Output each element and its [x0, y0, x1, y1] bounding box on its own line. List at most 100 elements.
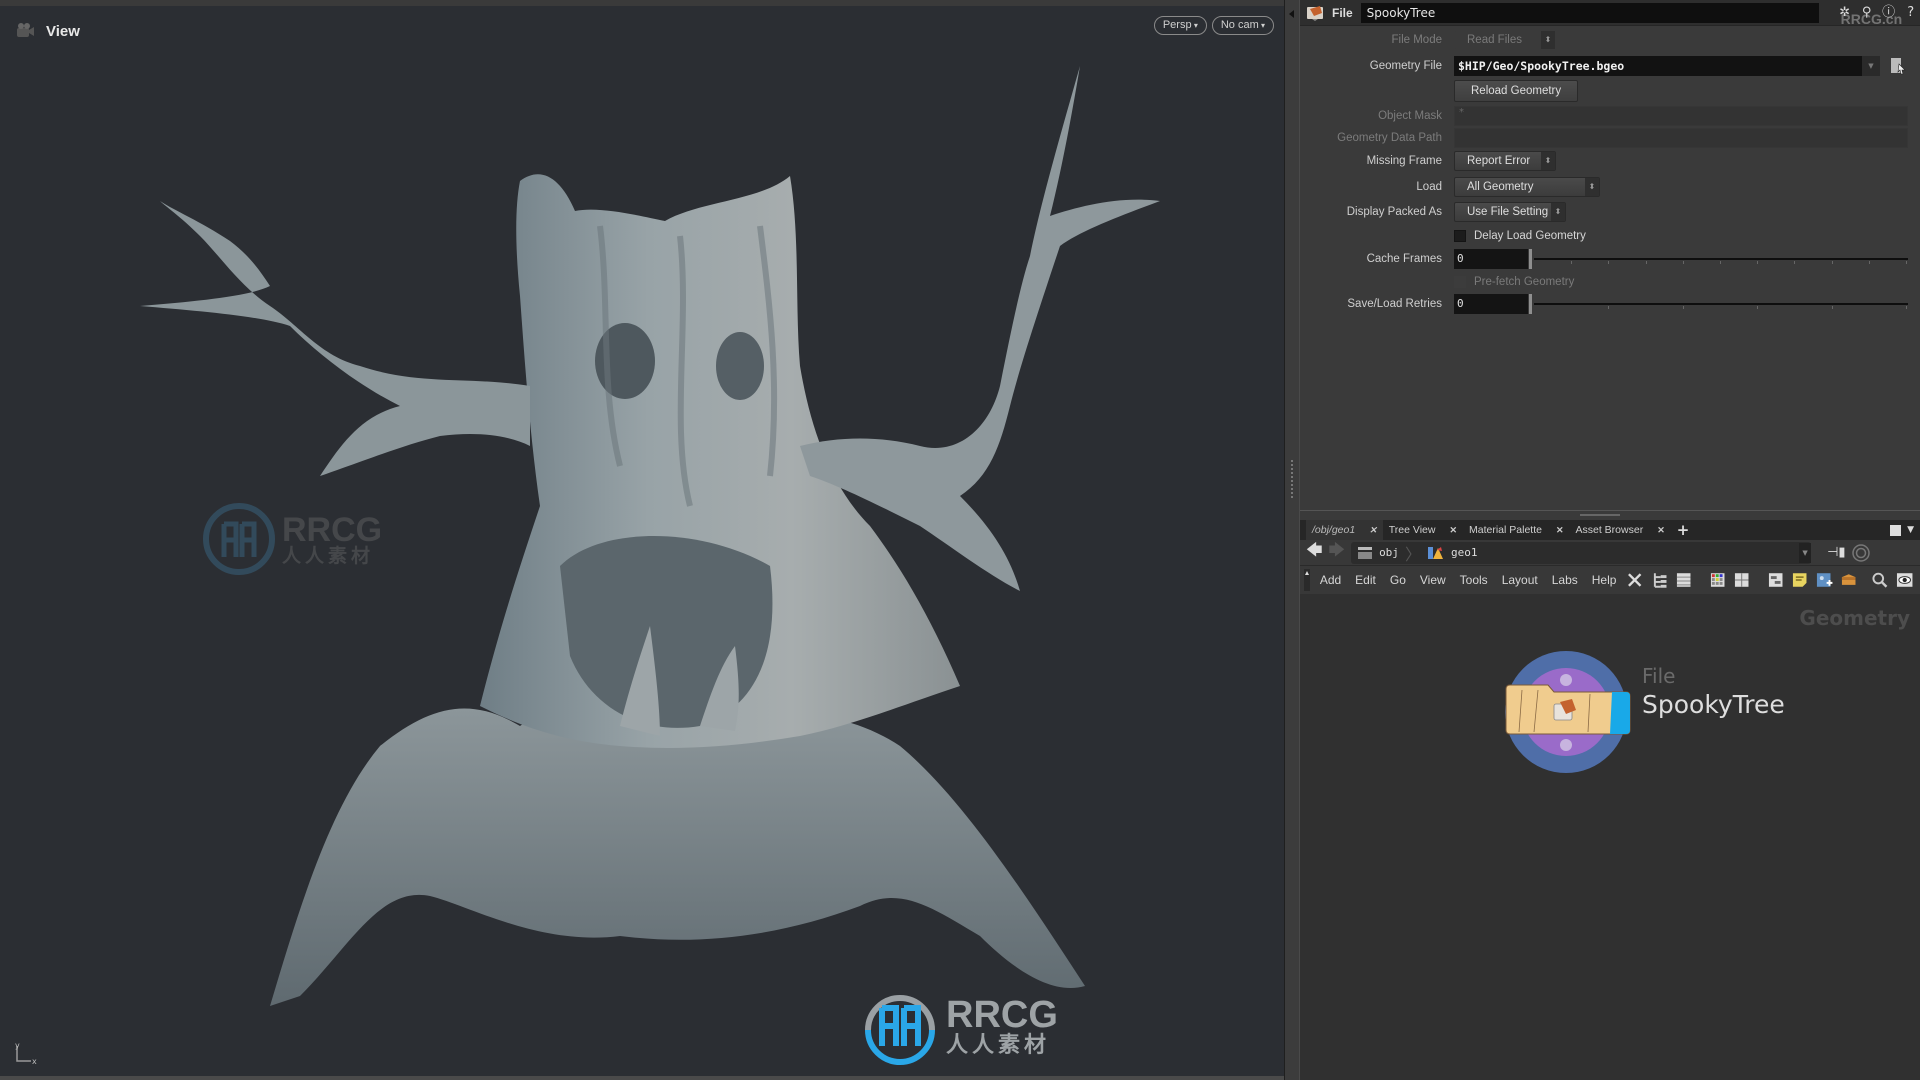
- svg-text:y: y: [15, 1042, 20, 1050]
- save-load-retries-input[interactable]: 0: [1454, 294, 1528, 314]
- viewport-camera-icon[interactable]: [14, 22, 36, 40]
- slider-tick: [1794, 261, 1796, 264]
- file-history-dropdown[interactable]: ▼: [1862, 56, 1880, 76]
- search-icon[interactable]: [1871, 571, 1888, 589]
- menu-layout[interactable]: Layout: [1502, 573, 1538, 587]
- geometry-file-input[interactable]: $HIP/Geo/SpookyTree.bgeo: [1454, 56, 1862, 76]
- collapse-arrow-icon[interactable]: [1289, 10, 1294, 18]
- menu-labs[interactable]: Labs: [1552, 573, 1578, 587]
- menu-help[interactable]: Help: [1592, 573, 1617, 587]
- forward-arrow-icon[interactable]: 🡆: [1329, 539, 1346, 566]
- menu-tools[interactable]: Tools: [1460, 573, 1488, 587]
- node-output-connector: [1560, 739, 1572, 751]
- slider-handle[interactable]: [1529, 294, 1532, 314]
- background-image-icon[interactable]: [1815, 571, 1833, 589]
- watermark-bottom: RRCG 人人素材: [860, 986, 1058, 1066]
- geo-object-icon: [1427, 546, 1443, 559]
- save-load-retries-slider[interactable]: [1528, 294, 1908, 314]
- slider-handle[interactable]: [1529, 249, 1532, 269]
- svg-text:x: x: [32, 1057, 37, 1066]
- slider-tick: [1757, 306, 1759, 309]
- menu-go[interactable]: Go: [1390, 573, 1406, 587]
- close-icon[interactable]: ✕: [1556, 525, 1564, 536]
- tree-list-icon[interactable]: [1651, 571, 1668, 589]
- param-geometry-file: Geometry File $HIP/Geo/SpookyTree.bgeo ▼: [1300, 56, 1920, 76]
- watermark-sub: 人人素材: [282, 545, 375, 567]
- file-browse-icon[interactable]: [1890, 57, 1906, 75]
- updown-icon: ⬍: [1541, 31, 1555, 49]
- tab-asset-browser[interactable]: Asset Browser ✕: [1570, 520, 1671, 540]
- link-target-icon[interactable]: [1851, 543, 1870, 562]
- tab-network[interactable]: /obj/geo1 ✕: [1306, 520, 1383, 540]
- object-mask-input: *: [1454, 106, 1908, 126]
- grid-view-icon[interactable]: [1709, 571, 1726, 589]
- tab-tree-view[interactable]: Tree View ✕: [1383, 520, 1463, 540]
- display-packed-as-menu[interactable]: Use File Setting ⬍: [1454, 202, 1566, 222]
- watermark-brand: RRCG: [946, 994, 1058, 1036]
- param-display-packed-as: Display Packed As Use File Setting ⬍: [1300, 202, 1920, 222]
- digital-asset-icon[interactable]: [1840, 571, 1857, 589]
- breadcrumb-geo1[interactable]: geo1: [1451, 546, 1478, 559]
- divider-grip[interactable]: [1291, 460, 1293, 500]
- slider-tick: [1757, 261, 1759, 264]
- tree-branch-left: [140, 201, 530, 476]
- spooky-tree-model: [140, 66, 1160, 1006]
- cache-frames-slider[interactable]: [1528, 249, 1908, 269]
- tree-roots: [270, 707, 1085, 1006]
- network-box-icon[interactable]: [1767, 571, 1784, 589]
- cache-frames-input[interactable]: 0: [1454, 249, 1528, 269]
- breadcrumb-obj[interactable]: obj: [1379, 546, 1399, 559]
- path-bar: 🡄 🡆 obj 〉 geo1 ▼ ⊣▮: [1300, 540, 1920, 566]
- pane-split-handle[interactable]: [1300, 510, 1920, 520]
- pin-icon[interactable]: ⊣▮: [1827, 545, 1845, 560]
- missing-frame-menu[interactable]: Report Error ⬍: [1454, 151, 1556, 171]
- node-name-field[interactable]: SpookyTree: [1360, 2, 1819, 23]
- path-dropdown[interactable]: ▼: [1799, 542, 1812, 563]
- network-canvas[interactable]: Geometry File SpookyTree: [1300, 594, 1920, 1080]
- param-object-mask: Object Mask *: [1300, 106, 1920, 126]
- watermark-sub: 人人素材: [946, 1032, 1051, 1057]
- slider-tick: [1608, 306, 1610, 309]
- geometry-data-path-input: [1454, 128, 1908, 148]
- pane-divider[interactable]: [1284, 0, 1300, 1080]
- watermark-logo-icon: [203, 503, 275, 575]
- reload-geometry-button[interactable]: Reload Geometry: [1454, 80, 1579, 102]
- pane-tabs: /obj/geo1 ✕ Tree View ✕ Material Palette ✕ …: [1300, 520, 1920, 540]
- add-tab-icon[interactable]: +: [1677, 521, 1690, 539]
- axis-gizmo-icon: y x: [15, 1042, 37, 1066]
- pane-menu-icon[interactable]: ▼: [1907, 525, 1914, 535]
- file-mode-menu: Read Files ⬍: [1454, 30, 1556, 50]
- menu-edit[interactable]: Edit: [1355, 573, 1376, 587]
- list-view-icon[interactable]: [1675, 571, 1692, 589]
- camera-mode-dropdown[interactable]: Persp: [1153, 16, 1207, 35]
- sticky-note-icon[interactable]: [1791, 571, 1808, 589]
- back-arrow-icon[interactable]: 🡄: [1306, 539, 1323, 566]
- maximize-pane-icon[interactable]: [1890, 524, 1902, 536]
- slider-tick: [1645, 261, 1647, 264]
- file-node[interactable]: [1504, 650, 1634, 780]
- wrench-tools-icon[interactable]: [1626, 571, 1643, 589]
- viewport-title-label: View: [46, 22, 80, 40]
- updown-icon: ⬍: [1541, 152, 1555, 170]
- param-geometry-data-path: Geometry Data Path: [1300, 128, 1920, 148]
- menu-view[interactable]: View: [1420, 573, 1446, 587]
- close-icon[interactable]: ✕: [1657, 525, 1665, 536]
- layout-grid-icon[interactable]: [1733, 571, 1750, 589]
- camera-select-dropdown[interactable]: No cam: [1211, 16, 1274, 35]
- parameter-header: File SpookyTree ✲ ⚲ ⓘ ? RRCG.cn: [1300, 0, 1920, 27]
- eye-icon[interactable]: [1896, 571, 1913, 589]
- close-icon[interactable]: ✕: [1449, 525, 1457, 536]
- help-icon[interactable]: ?: [1903, 5, 1919, 21]
- delay-load-checkbox[interactable]: [1454, 230, 1466, 242]
- param-load: Load All Geometry ⬍: [1300, 177, 1920, 197]
- network-menubar: Add Edit Go View Tools Layout Labs Help: [1300, 566, 1920, 594]
- slider-tick: [1571, 261, 1573, 264]
- close-icon[interactable]: ✕: [1369, 525, 1377, 536]
- menu-add[interactable]: Add: [1320, 573, 1341, 587]
- node-type-label: File: [1332, 5, 1353, 20]
- toolbar-grip[interactable]: [1304, 569, 1310, 591]
- tab-material-palette[interactable]: Material Palette ✕: [1463, 520, 1570, 540]
- load-menu[interactable]: All Geometry ⬍: [1454, 177, 1600, 197]
- slider-tick: [1868, 261, 1870, 264]
- scene-viewport[interactable]: View Persp No cam y x RRCG 人人素材 RRCG 人人素…: [0, 0, 1284, 1080]
